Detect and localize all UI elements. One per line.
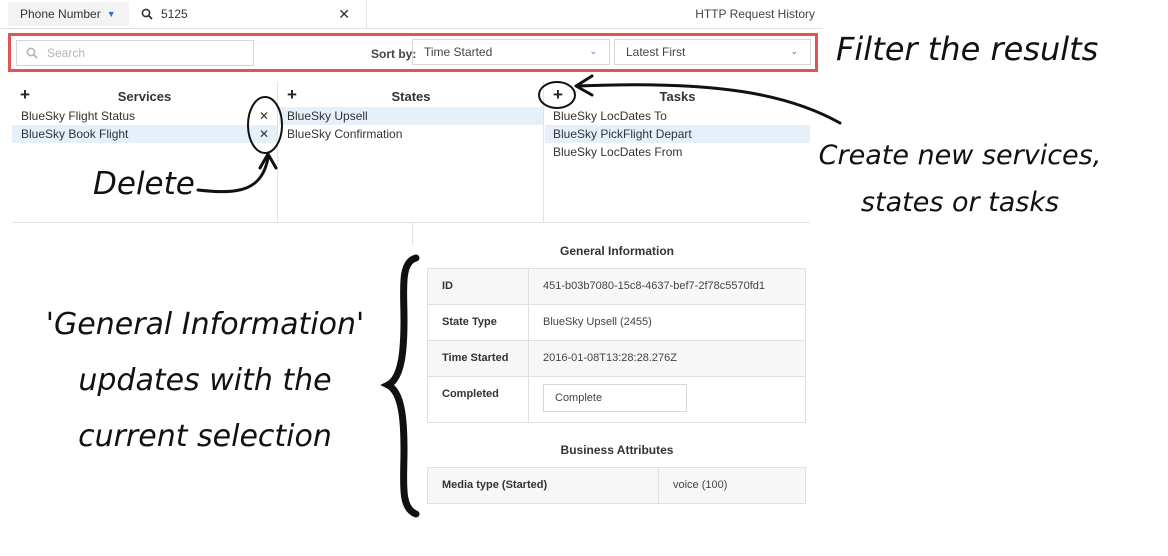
states-title: States [391,89,431,104]
search-icon [26,47,38,59]
query-input[interactable]: 5125 ✕ [132,2,356,26]
annotation-filter: Filter the results [836,30,1099,68]
curly-brace [380,254,420,518]
search-field[interactable] [16,40,254,66]
service-item-label: BlueSky Flight Status [21,109,136,123]
top-bar: Phone Number ▼ 5125 ✕ HTTP Request Histo… [0,0,823,29]
divider [366,0,367,29]
annotation-delete: Delete [93,166,195,202]
annotation-create-line1: Create new services, [818,140,1102,171]
row-label: State Type [428,305,529,340]
row-value: voice (100) [659,468,805,503]
general-information-title: General Information [559,244,675,258]
sort-by-label: Sort by: [371,47,417,61]
state-item-label: BlueSky Upsell [287,109,368,123]
query-value: 5125 [161,7,188,21]
table-row: Media type (Started) voice (100) [427,468,806,504]
chevron-down-icon: ⌄ [589,46,597,56]
business-attributes-title: Business Attributes [560,443,674,457]
row-label: Completed [428,377,529,422]
row-value: Complete [529,377,805,422]
delete-service-button[interactable]: ✕ [259,125,269,143]
service-item[interactable]: BlueSky Book Flight ✕ [12,125,277,143]
annotation-general-line1: 'General Information' [45,307,365,342]
tasks-title: Tasks [659,89,696,104]
completed-field[interactable]: Complete [543,384,687,412]
row-label: Time Started [428,341,529,376]
http-request-history-link[interactable]: HTTP Request History [695,7,815,21]
state-item-label: BlueSky Confirmation [287,127,403,141]
table-row: Completed Complete [427,377,806,423]
annotation-create-line2: states or tasks [860,187,1060,218]
search-input[interactable] [47,46,237,60]
tasks-column: + Tasks BlueSky LocDates To BlueSky Pick… [545,82,810,223]
row-label: ID [428,269,529,304]
close-icon[interactable]: ✕ [338,6,350,23]
general-information-table: ID 451-b03b7080-15c8-4637-bef7-2f78c5570… [427,268,806,423]
chevron-down-icon: ⌄ [790,46,798,56]
sort-order-value: Latest First [626,45,686,59]
search-type-select[interactable]: Phone Number ▼ [8,2,129,26]
task-item-label: BlueSky LocDates From [553,145,683,159]
filter-row: Sort by: Time Started ⌄ Latest First ⌄ [8,33,818,72]
business-attributes-table: Media type (Started) voice (100) [427,467,806,504]
table-row: Time Started 2016-01-08T13:28:28.276Z [427,341,806,377]
divider [412,223,413,245]
search-icon [141,8,153,20]
row-value: BlueSky Upsell (2455) [543,316,652,328]
state-item[interactable]: BlueSky Upsell [279,107,543,125]
annotation-general: 'General Information' updates with the c… [20,297,390,465]
row-value: 451-b03b7080-15c8-4637-bef7-2f78c5570fd1 [529,269,805,304]
state-item[interactable]: BlueSky Confirmation [279,125,543,143]
row-value: 2016-01-08T13:28:28.276Z [529,341,805,376]
delete-service-button[interactable]: ✕ [259,107,269,125]
task-item[interactable]: BlueSky LocDates From [545,143,810,161]
service-item-label: BlueSky Book Flight [21,127,129,141]
sort-order-select[interactable]: Latest First ⌄ [614,39,811,65]
states-column: + States BlueSky Upsell BlueSky Confirma… [279,82,544,223]
sort-field-value: Time Started [424,45,493,59]
table-row: ID 451-b03b7080-15c8-4637-bef7-2f78c5570… [427,269,806,305]
annotation-general-line2: updates with the [78,363,332,398]
annotation-general-line3: current selection [78,419,332,454]
search-type-label: Phone Number [20,7,101,21]
divider [12,222,810,223]
services-title: Services [117,89,172,104]
task-item-label: BlueSky PickFlight Depart [553,127,692,141]
chevron-down-icon: ▼ [106,9,116,19]
task-item-label: BlueSky LocDates To [553,109,667,123]
annotation-create: Create new services, states or tasks [810,132,1110,226]
task-item[interactable]: BlueSky LocDates To [545,107,810,125]
row-label: Media type (Started) [428,468,659,503]
table-row: State Type BlueSky Upsell (2455) [427,305,806,341]
sort-field-select[interactable]: Time Started ⌄ [412,39,610,65]
task-item[interactable]: BlueSky PickFlight Depart [545,125,810,143]
service-item[interactable]: BlueSky Flight Status ✕ [12,107,277,125]
